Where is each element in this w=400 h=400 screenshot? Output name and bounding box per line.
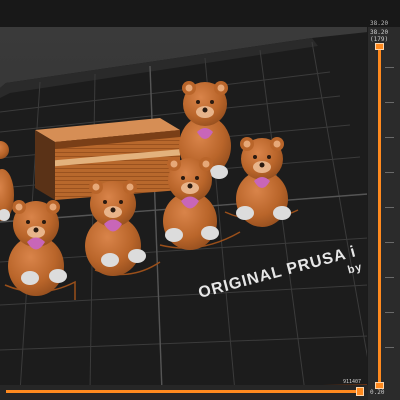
slider-bottom-handle[interactable] xyxy=(375,382,384,389)
gcode-horizontal-slider[interactable]: 911407 xyxy=(0,379,368,400)
slider-tick xyxy=(385,312,394,313)
slider-tick xyxy=(385,67,394,68)
slider-tick xyxy=(385,347,394,348)
slider-bottom-value: 0.20 xyxy=(370,389,385,396)
slider-tick xyxy=(385,137,394,138)
slider-tick xyxy=(385,207,394,208)
print-bed-scene[interactable]: ORIGINAL PRUSA i by xyxy=(0,0,368,400)
slider-tick xyxy=(385,102,394,103)
slider-top-layer: (179) xyxy=(370,36,389,43)
horizontal-slider-handle[interactable] xyxy=(356,387,364,396)
horizontal-slider-value: 911407 xyxy=(343,379,362,385)
slider-tick xyxy=(385,172,394,173)
slider-tick xyxy=(385,242,394,243)
slider-tick xyxy=(385,277,394,278)
horizontal-slider-track[interactable] xyxy=(6,390,360,393)
slider-track[interactable] xyxy=(378,45,381,385)
slider-top-value: 38.20 xyxy=(370,29,389,36)
slider-top-handle[interactable] xyxy=(375,43,384,50)
3d-preview-viewport[interactable]: 38.20 ORIGINAL PRUSA i by 38.20 (179) 0.… xyxy=(0,0,400,400)
top-layer-readout: 38.20 xyxy=(370,20,389,27)
layer-vertical-slider[interactable]: 38.20 (179) 0.20 xyxy=(367,27,400,400)
print-bed-render: ORIGINAL PRUSA i by xyxy=(0,27,368,400)
